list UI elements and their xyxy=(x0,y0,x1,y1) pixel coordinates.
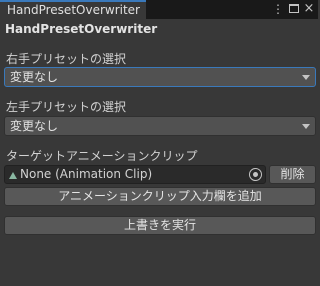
object-picker-icon[interactable] xyxy=(249,168,262,181)
maximize-icon[interactable] xyxy=(288,2,300,16)
right-hand-preset-dropdown[interactable]: 変更なし xyxy=(4,67,316,87)
tab-hand-preset-overwriter[interactable]: HandPresetOverwriter xyxy=(0,0,146,19)
panel-title: HandPresetOverwriter xyxy=(5,22,158,36)
animation-clip-icon xyxy=(9,172,17,179)
left-hand-preset-dropdown[interactable]: 変更なし xyxy=(4,116,316,136)
add-clip-field-button[interactable]: アニメーションクリップ入力欄を追加 xyxy=(4,187,316,206)
tab-title: HandPresetOverwriter xyxy=(7,3,140,17)
delete-button[interactable]: 削除 xyxy=(269,165,316,184)
kebab-menu-icon[interactable]: ⋮ xyxy=(272,2,284,16)
chevron-down-icon xyxy=(302,75,310,80)
close-icon[interactable]: × xyxy=(303,2,315,16)
execute-overwrite-button[interactable]: 上書きを実行 xyxy=(4,216,316,235)
target-clip-label: ターゲットアニメーションクリップ xyxy=(6,149,198,163)
tab-bar: HandPresetOverwriter ⋮ × xyxy=(0,0,318,19)
left-hand-preset-value: 変更なし xyxy=(10,119,59,133)
right-hand-preset-value: 変更なし xyxy=(10,70,59,84)
left-hand-preset-label: 左手プリセットの選択 xyxy=(6,100,127,114)
chevron-down-icon xyxy=(302,124,310,129)
right-hand-preset-label: 右手プリセットの選択 xyxy=(6,52,127,66)
animation-clip-value: None (Animation Clip) xyxy=(20,167,153,181)
animation-clip-field[interactable]: None (Animation Clip) xyxy=(4,165,266,184)
